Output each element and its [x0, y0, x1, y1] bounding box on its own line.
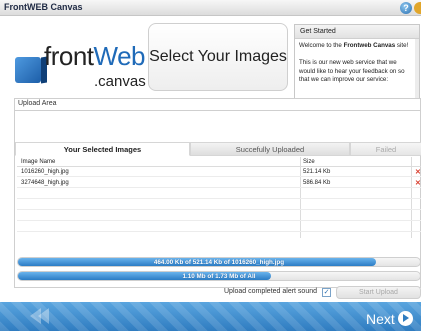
logo-front: front	[44, 41, 94, 71]
upload-area-label: Upload Area	[18, 100, 57, 107]
selected-images-table: Image Name Size 1016260_high.jpg 521.14 …	[17, 157, 421, 238]
row-size: 586.84 Kb	[303, 180, 331, 186]
tab-successfully-uploaded[interactable]: Succefully Uploaded	[190, 142, 350, 156]
table-row-empty	[17, 222, 421, 232]
logo-subtitle: .canvas	[94, 73, 146, 90]
total-progress-bar: 1.10 Mb of 1.73 Mb of All	[17, 271, 421, 281]
table-row-empty	[17, 189, 421, 199]
file-progress-text: 464.00 Kb of 521.14 Kb of 1016260_high.j…	[153, 259, 285, 266]
upload-tabs: Your Selected Images Succefully Uploaded…	[15, 142, 421, 156]
column-size[interactable]: Size	[303, 159, 315, 165]
get-started-title: Get Started	[295, 25, 419, 39]
row-image-name: 3274648_high.jpg	[21, 180, 69, 186]
table-row[interactable]: 1016260_high.jpg 521.14 Kb ✕	[17, 167, 421, 177]
table-row-empty	[17, 211, 421, 221]
welcome-site-name: Frontweb Canvas	[343, 42, 396, 49]
table-row-empty	[17, 200, 421, 210]
remove-icon[interactable]: ✕	[415, 179, 421, 187]
get-started-text: Welcome to the Frontweb Canvas site! Thi…	[299, 42, 411, 85]
help-icon[interactable]: ?	[400, 2, 412, 14]
welcome-text: Welcome to the	[299, 42, 344, 49]
footer-stripes	[0, 302, 421, 331]
upload-area-divider	[15, 110, 420, 111]
column-image-name[interactable]: Image Name	[21, 159, 55, 165]
logo-web: Web	[93, 41, 146, 71]
logo: frontWeb .canvas	[0, 17, 147, 97]
start-upload-button[interactable]: Start Upload	[336, 286, 421, 299]
alert-sound-checkbox[interactable]: ✓	[322, 288, 331, 297]
welcome-text-end: site!	[395, 42, 409, 49]
tab-failed: Failed	[350, 142, 421, 156]
next-button-label[interactable]: Next	[366, 311, 395, 327]
total-progress-text: 1.10 Mb of 1.73 Mb of All	[182, 273, 256, 280]
back-arrow-icon[interactable]	[38, 308, 49, 324]
table-header: Image Name Size	[17, 157, 421, 167]
remove-icon[interactable]: ✕	[415, 168, 421, 176]
footer-nav-bar: Next	[0, 302, 421, 331]
row-size: 521.14 Kb	[303, 169, 331, 175]
side-tab-handle[interactable]	[414, 2, 421, 14]
title-bar: FrontWEB Canvas ?	[0, 0, 421, 16]
next-arrow-icon[interactable]	[398, 311, 413, 326]
alert-sound-label: Upload completed alert sound	[224, 288, 318, 295]
row-image-name: 1016260_high.jpg	[21, 169, 69, 175]
app-title: FrontWEB Canvas	[4, 2, 83, 12]
table-row[interactable]: 3274648_high.jpg 586.84 Kb ✕	[17, 178, 421, 188]
file-progress-bar: 464.00 Kb of 521.14 Kb of 1016260_high.j…	[17, 257, 421, 267]
select-images-button[interactable]: Select Your Images	[148, 23, 288, 91]
logo-wordmark: frontWeb	[44, 41, 146, 72]
feedback-text: This is our new web service that we woul…	[299, 59, 405, 83]
logo-mark-icon	[15, 57, 41, 83]
tab-selected-images[interactable]: Your Selected Images	[15, 142, 190, 156]
